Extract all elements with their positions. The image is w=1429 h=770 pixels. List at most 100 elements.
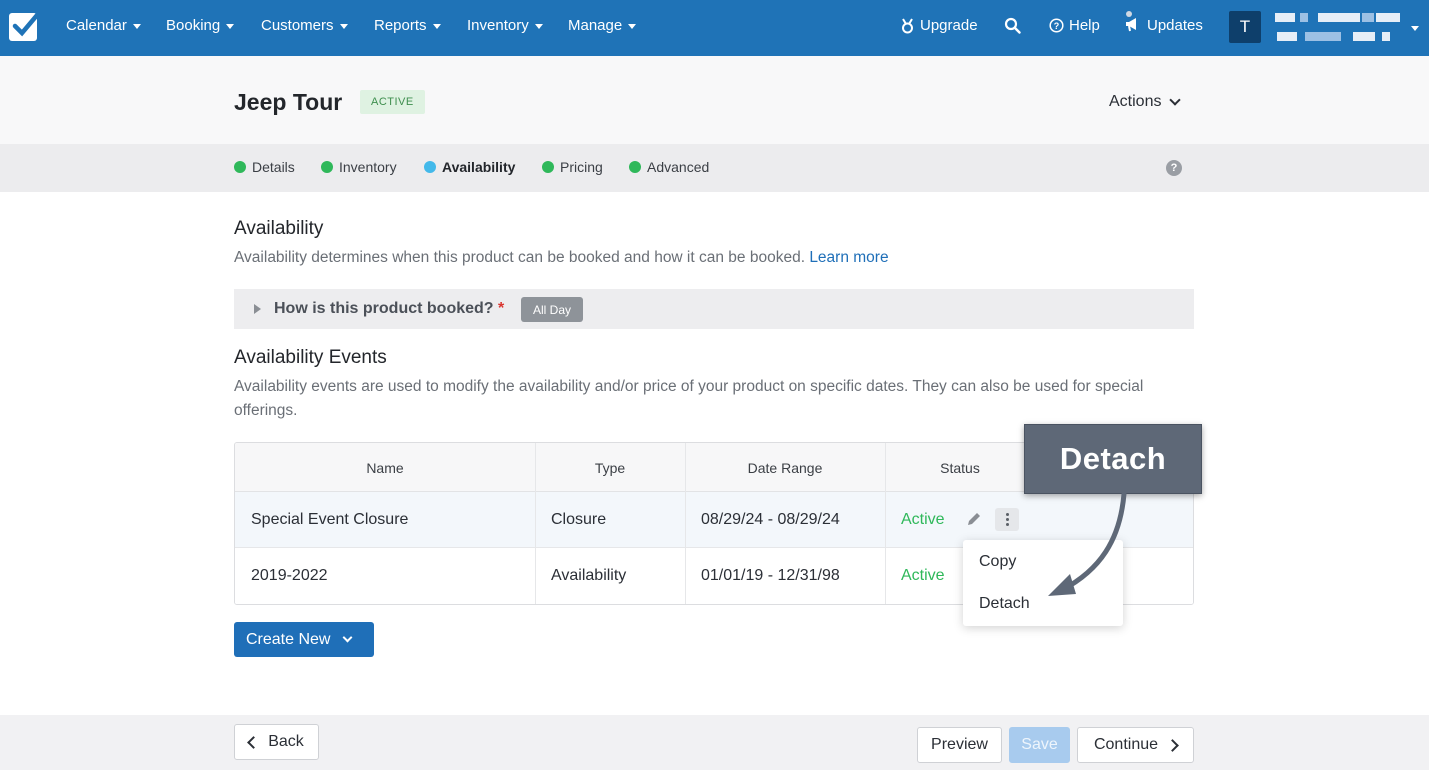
event-type: Availability [551,567,627,584]
tab-pricing[interactable]: Pricing [542,159,603,175]
pencil-icon[interactable] [966,511,982,527]
kebab-dot [1005,518,1009,521]
product-header [0,56,1429,144]
page-title: Jeep Tour [234,89,343,115]
availability-description-text: Availability determines when this produc… [234,249,805,266]
nav-booking[interactable]: Booking [166,17,235,34]
product-tabs [0,144,1429,192]
nav-manage[interactable]: Manage [568,17,637,34]
updates-label: Updates [1147,17,1203,34]
complete-dot-icon [542,161,554,173]
tab-label: Pricing [560,159,603,175]
column-header-name[interactable]: Name [235,460,535,476]
nav-inventory[interactable]: Inventory [467,17,543,34]
column-divider [685,443,686,604]
events-heading: Availability Events [234,347,387,368]
user-menu-caret-icon[interactable] [1411,26,1419,31]
caret-down-icon [432,24,441,29]
tab-advanced[interactable]: Advanced [629,159,709,175]
megaphone-icon [1126,10,1136,31]
nav-customers[interactable]: Customers [261,17,348,34]
kebab-dot [1005,513,1009,516]
event-name: 2019-2022 [251,567,328,584]
svg-text:?: ? [1054,21,1060,31]
booking-type-badge: All Day [521,297,584,322]
preview-button[interactable]: Preview [917,727,1002,763]
caret-down-icon [132,24,141,29]
column-header-status[interactable]: Status [885,460,1035,476]
updates-link[interactable]: Updates [1124,10,1203,34]
nav-customers-label: Customers [261,17,334,34]
booking-type-question: How is this product booked? [274,300,494,317]
caret-down-icon [628,24,637,29]
event-status: Active [901,511,945,528]
chevron-down-icon [1169,94,1182,106]
event-name: Special Event Closure [251,511,409,528]
back-label: Back [268,733,304,750]
footer-bar [0,715,1429,770]
continue-label: Continue [1093,736,1159,753]
tab-label: Details [252,159,295,175]
tab-details[interactable]: Details [234,159,295,175]
nav-reports-label: Reports [374,17,427,34]
complete-dot-icon [321,161,333,173]
upgrade-link[interactable]: Upgrade [900,17,978,34]
event-date-range: 01/01/19 - 12/31/98 [701,567,840,584]
complete-dot-icon [629,161,641,173]
create-new-label: Create New [246,630,331,648]
required-mark: * [498,300,505,317]
nav-manage-label: Manage [568,17,623,34]
create-new-button[interactable]: Create New [234,622,374,657]
search-button[interactable] [1004,17,1021,34]
question-circle-icon: ? [1049,18,1064,33]
tab-inventory[interactable]: Inventory [321,159,397,175]
caret-down-icon [339,24,348,29]
annotation-callout: Detach [1024,424,1202,494]
availability-heading: Availability [234,218,324,239]
booking-type-label[interactable]: How is this product booked? * [274,300,504,318]
actions-label: Actions [1109,93,1162,110]
availability-description: Availability determines when this produc… [234,246,889,270]
chevron-right-icon [1166,738,1179,752]
event-date-range: 08/29/24 - 08/29/24 [701,511,840,528]
back-button[interactable]: Back [234,724,319,760]
nav-calendar[interactable]: Calendar [66,17,141,34]
events-description: Availability events are used to modify t… [234,378,1144,419]
nav-reports[interactable]: Reports [374,17,441,34]
tab-label: Inventory [339,159,397,175]
search-icon [1004,17,1021,34]
tab-label: Advanced [647,159,710,175]
learn-more-link[interactable]: Learn more [809,249,888,266]
actions-dropdown[interactable]: Actions [1109,93,1182,111]
medal-icon [902,17,913,33]
nav-inventory-label: Inventory [467,17,529,34]
nav-booking-label: Booking [166,17,221,34]
chevron-down-icon [343,632,353,643]
menu-item-copy[interactable]: Copy [979,553,1016,571]
column-divider [885,443,886,604]
event-status: Active [901,567,945,584]
continue-button[interactable]: Continue [1077,727,1194,763]
save-label: Save [1021,736,1058,753]
event-type: Closure [551,511,607,528]
save-button[interactable]: Save [1009,727,1070,763]
menu-item-detach[interactable]: Detach [979,595,1030,613]
tab-label: Availability [442,159,516,175]
upgrade-label: Upgrade [920,17,978,34]
caret-down-icon [534,24,543,29]
annotation-arrow-icon [1048,491,1127,596]
current-dot-icon [424,161,436,173]
chevron-left-icon [247,735,261,749]
nav-calendar-label: Calendar [66,17,127,34]
column-header-date-range[interactable]: Date Range [685,460,885,476]
expand-triangle-icon[interactable] [254,304,261,314]
help-link[interactable]: ? Help [1049,17,1100,34]
tab-availability[interactable]: Availability [424,159,515,175]
avatar[interactable]: T [1229,11,1261,43]
help-label: Help [1069,17,1100,34]
preview-label: Preview [931,736,988,753]
column-header-type[interactable]: Type [535,460,685,476]
checkmark-logo-icon[interactable] [8,10,40,43]
kebab-menu-button[interactable] [995,508,1019,531]
help-circle-icon[interactable]: ? [1166,160,1182,176]
